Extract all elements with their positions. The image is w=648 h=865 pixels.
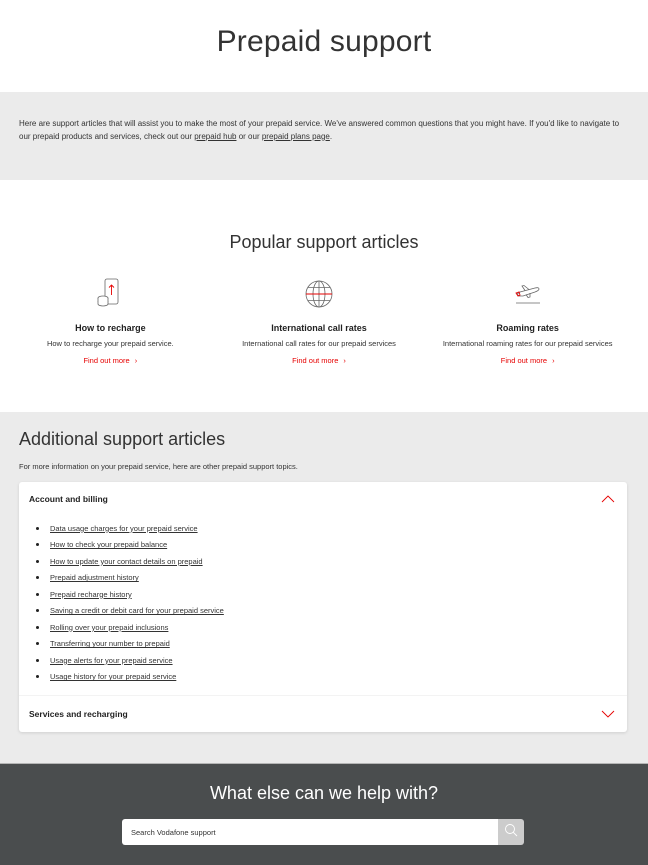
popular-cards: How to recharge How to recharge your pre… (0, 277, 648, 368)
article-link[interactable]: How to check your prepaid balance (50, 540, 167, 549)
list-item: How to check your prepaid balance (36, 537, 627, 554)
list-item: Usage alerts for your prepaid service (36, 652, 627, 669)
article-link[interactable]: How to update your contact details on pr… (50, 557, 203, 566)
article-link[interactable]: Usage history for your prepaid service (50, 672, 176, 681)
phone-recharge-icon (6, 277, 215, 311)
support-search (122, 819, 524, 845)
article-link[interactable]: Rolling over your prepaid inclusions (50, 623, 168, 632)
article-link[interactable]: Prepaid adjustment history (50, 573, 139, 582)
article-link[interactable]: Saving a credit or debit card for your p… (50, 606, 224, 615)
additional-subtitle: For more information on your prepaid ser… (19, 462, 298, 471)
chevron-right-icon: › (134, 356, 138, 365)
list-item: Usage history for your prepaid service (36, 669, 627, 686)
support-accordion: Account and billing Data usage charges f… (19, 482, 627, 732)
chevron-right-icon: › (343, 356, 346, 365)
bullet (36, 559, 39, 563)
card-international-call-rates: International call rates International c… (215, 277, 424, 368)
list-item: Saving a credit or debit card for your p… (36, 603, 627, 620)
search-button[interactable] (498, 819, 524, 845)
list-item: Prepaid recharge history (36, 586, 627, 603)
bullet (36, 609, 39, 613)
help-footer: What else can we help with? (0, 763, 648, 865)
bullet (36, 642, 39, 646)
search-input[interactable] (122, 819, 498, 845)
card-description: International call rates for our prepaid… (242, 339, 396, 348)
card-roaming-rates: Roaming rates International roaming rate… (423, 277, 632, 368)
list-item: How to update your contact details on pr… (36, 553, 627, 570)
chevron-up-icon (601, 490, 615, 508)
find-out-more-link[interactable]: Find out more › (501, 356, 555, 365)
intro-section: Here are support articles that will assi… (0, 92, 648, 180)
accordion-body-account-and-billing: Data usage charges for your prepaid serv… (19, 516, 627, 696)
additional-articles-section: Additional support articles For more inf… (0, 412, 648, 763)
bullet (36, 526, 39, 530)
additional-heading: Additional support articles (19, 429, 226, 449)
accordion-label: Services and recharging (29, 709, 128, 719)
article-link[interactable]: Prepaid recharge history (50, 590, 132, 599)
card-description: International roaming rates for our prep… (442, 339, 613, 348)
list-item: Rolling over your prepaid inclusions (36, 619, 627, 636)
card-description: How to recharge your prepaid service. (46, 339, 174, 348)
find-out-more-link[interactable]: Find out more › (83, 356, 137, 365)
article-list: Data usage charges for your prepaid serv… (36, 520, 627, 685)
article-link[interactable]: Transferring your number to prepaid (50, 639, 170, 648)
bullet (36, 658, 39, 662)
card-how-to-recharge: How to recharge How to recharge your pre… (6, 277, 215, 368)
page-title: Prepaid support (216, 25, 432, 58)
card-title: International call rates (271, 323, 367, 333)
find-out-more-link[interactable]: Find out more › (292, 356, 346, 365)
popular-heading: Popular support articles (229, 232, 419, 252)
bullet (36, 576, 39, 580)
popular-articles-section: Popular support articles How to recharge… (0, 180, 648, 412)
page-header: Prepaid support (0, 0, 648, 92)
bullet (36, 592, 39, 596)
accordion-label: Account and billing (29, 494, 108, 504)
bullet (36, 625, 39, 629)
search-icon (504, 823, 518, 842)
bullet (36, 675, 39, 679)
accordion-header-account-and-billing[interactable]: Account and billing (19, 482, 627, 516)
airplane-takeoff-icon (423, 277, 632, 311)
list-item: Prepaid adjustment history (36, 570, 627, 587)
card-title: How to recharge (75, 323, 146, 333)
article-link[interactable]: Usage alerts for your prepaid service (50, 656, 173, 665)
chevron-down-icon (601, 705, 615, 723)
prepaid-hub-link[interactable]: prepaid hub (194, 132, 236, 141)
bullet (36, 543, 39, 547)
list-item: Data usage charges for your prepaid serv… (36, 520, 627, 537)
list-item: Transferring your number to prepaid (36, 636, 627, 653)
footer-heading: What else can we help with? (209, 783, 439, 803)
globe-icon (215, 277, 424, 311)
intro-text: Here are support articles that will assi… (19, 119, 620, 141)
chevron-right-icon: › (552, 356, 555, 365)
accordion-header-services-and-recharging[interactable]: Services and recharging (19, 696, 627, 732)
prepaid-plans-link[interactable]: prepaid plans page (262, 132, 330, 141)
article-link[interactable]: Data usage charges for your prepaid serv… (50, 524, 198, 533)
card-title: Roaming rates (496, 323, 559, 333)
